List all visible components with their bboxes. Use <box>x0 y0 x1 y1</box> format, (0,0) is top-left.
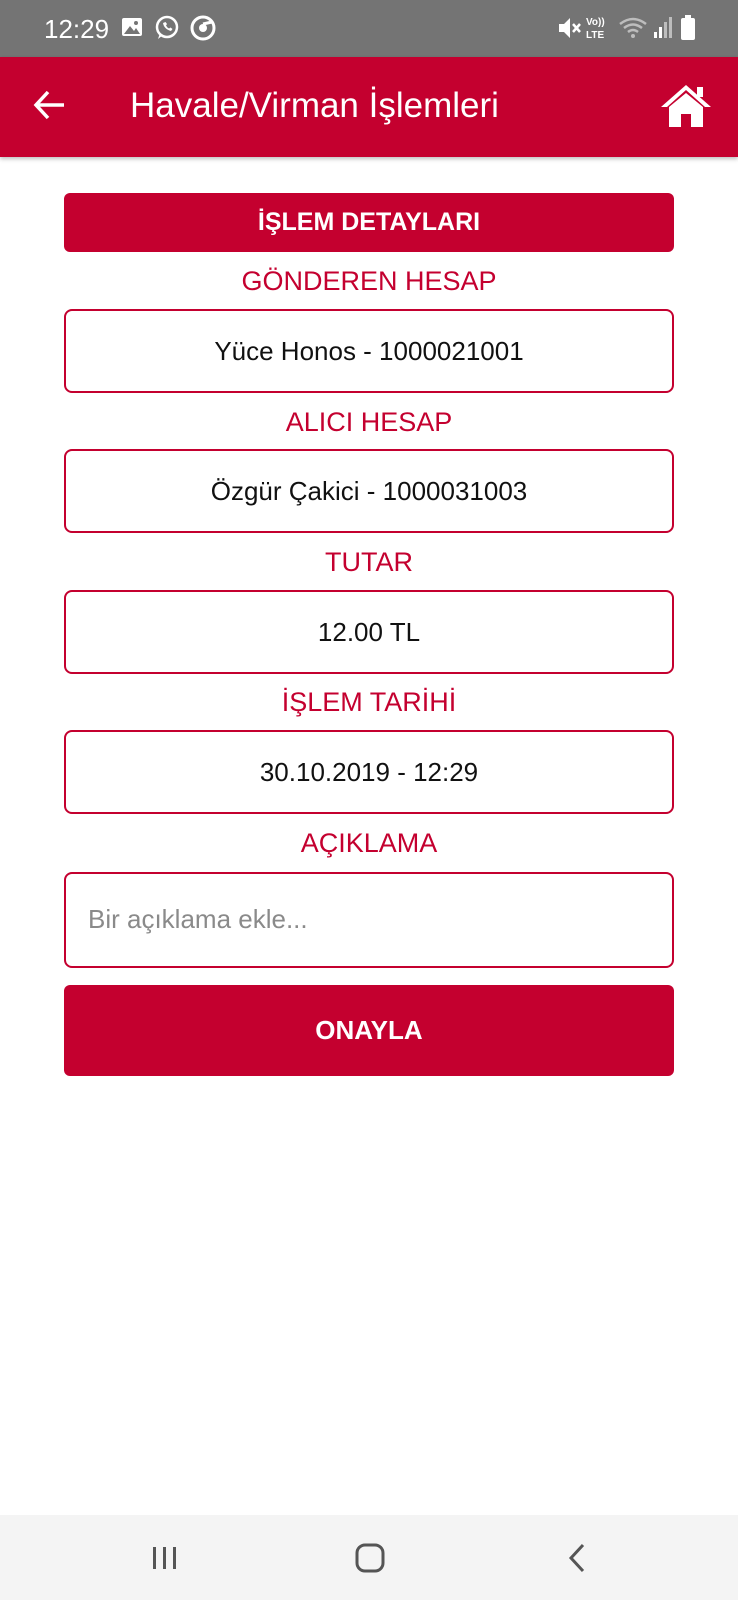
receiver-label: ALICI HESAP <box>285 407 453 437</box>
confirm-button[interactable]: ONAYLA <box>64 985 674 1076</box>
home-icon[interactable] <box>659 83 713 129</box>
description-box <box>64 872 674 968</box>
amount-field: 12.00 TL <box>64 590 674 674</box>
status-time: 12:29 <box>44 14 110 44</box>
svg-text:LTE: LTE <box>586 30 604 41</box>
mute-icon <box>559 18 581 38</box>
volte-icon: Vo)) LTE <box>586 17 605 41</box>
section-header: İŞLEM DETAYLARI <box>64 193 674 252</box>
recent-apps-icon[interactable] <box>150 1541 180 1575</box>
sender-label: GÖNDEREN HESAP <box>241 266 497 296</box>
home-nav-icon[interactable] <box>354 1541 386 1575</box>
description-input[interactable] <box>86 874 650 964</box>
gallery-icon <box>122 18 142 36</box>
page-title: Havale/Virman İşlemleri <box>130 86 499 125</box>
whatsapp-icon <box>155 15 179 39</box>
arrow-back-icon[interactable] <box>32 87 68 123</box>
back-nav-icon[interactable] <box>565 1541 589 1575</box>
date-field: 30.10.2019 - 12:29 <box>64 730 674 814</box>
signal-icon <box>654 17 672 38</box>
status-bar: 12:29 Vo)) LTE <box>0 0 738 57</box>
receiver-account-field: Özgür Çakici - 1000031003 <box>64 449 674 533</box>
sender-account-field: Yüce Honos - 1000021001 <box>64 309 674 393</box>
battery-icon <box>681 15 695 40</box>
description-label: AÇIKLAMA <box>300 828 438 858</box>
chrome-icon <box>190 15 216 41</box>
app-bar: Havale/Virman İşlemleri <box>0 57 738 157</box>
amount-label: TUTAR <box>325 547 413 577</box>
wifi-icon <box>619 17 647 38</box>
system-nav-bar <box>0 1515 738 1600</box>
svg-text:Vo)): Vo)) <box>586 17 605 28</box>
date-label: İŞLEM TARİHİ <box>281 687 457 717</box>
